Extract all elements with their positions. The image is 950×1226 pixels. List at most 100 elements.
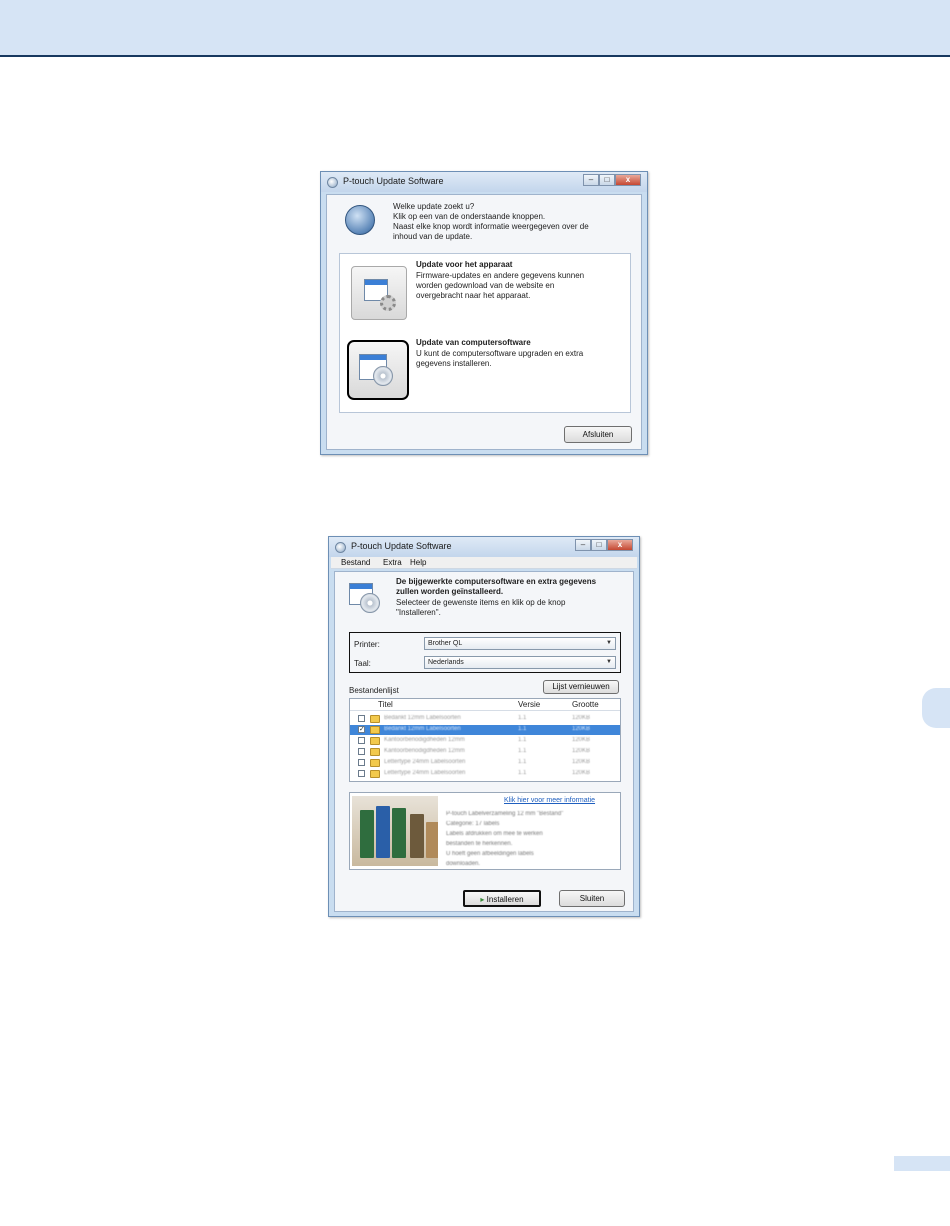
header-band: [0, 0, 950, 57]
update-choice-window: P-touch Update Software – □ x Welke upda…: [320, 171, 648, 455]
file-list-header: Titel Versie Grootte: [350, 699, 620, 711]
printer-label: Printer:: [354, 640, 380, 649]
info-line: Categorie: 17 labels: [446, 821, 500, 827]
row-checkbox[interactable]: [358, 748, 365, 755]
device-update-title: Update voor het apparaat: [416, 260, 513, 269]
header-text-1: De bijgewerkte computersoftware en extra…: [396, 577, 597, 586]
column-version[interactable]: Versie: [518, 700, 540, 710]
device-update-desc-2: worden gedownload van de website en: [416, 281, 555, 290]
app-icon: [335, 542, 346, 553]
row-size: 120KB: [572, 748, 591, 754]
chapter-tab: [922, 688, 950, 728]
folder-icon: [370, 715, 380, 723]
info-line: downloaden.: [446, 861, 481, 867]
row-title: Bedankt 12mm Labelsoorten: [384, 726, 461, 732]
column-size[interactable]: Grootte: [572, 700, 599, 710]
row-version: 1.1: [518, 715, 527, 721]
info-line: P-touch Labelverzameling 12 mm "Bestand": [446, 811, 564, 817]
row-checkbox[interactable]: [358, 770, 365, 777]
dropdown-arrow-icon: ▼: [606, 640, 612, 646]
header-text-4: "Installeren".: [396, 608, 441, 617]
row-checkbox[interactable]: [358, 759, 365, 766]
info-line: bestanden te herkennen.: [446, 841, 513, 847]
row-checkbox[interactable]: [358, 715, 365, 722]
row-version: 1.1: [518, 770, 527, 776]
refresh-list-button[interactable]: Lijst vernieuwen: [543, 680, 619, 694]
table-row[interactable]: Lettertype 24mm Labelsoorten 1.1 120KB: [350, 769, 620, 779]
info-text-1: Naast elke knop wordt informatie weergeg…: [393, 222, 589, 231]
table-row[interactable]: Kantoorbenodigdheden 12mm 1.1 120KB: [350, 747, 620, 757]
header-text-2: zullen worden geïnstalleerd.: [396, 587, 504, 596]
info-line: Labels afdrukken om mee te werken: [446, 831, 543, 837]
product-photo: [352, 796, 438, 866]
cd-icon: [373, 366, 393, 386]
row-checkbox-checked[interactable]: ✓: [358, 726, 365, 733]
more-info-link[interactable]: Klik hier voor meer informatie: [504, 797, 595, 804]
row-title: Kantoorbenodigdheden 12mm: [384, 737, 465, 743]
instruction-text: Klik op een van de onderstaande knoppen.: [393, 212, 546, 221]
printer-value: Brother QL: [428, 640, 463, 647]
row-size: 120KB: [572, 770, 591, 776]
folder-icon: [370, 748, 380, 756]
folder-icon: [370, 737, 380, 745]
table-row[interactable]: Lettertype 24mm Labelsoorten 1.1 120KB: [350, 758, 620, 768]
manual-page: P-touch Update Software – □ x Welke upda…: [0, 0, 950, 1226]
file-list: Titel Versie Grootte Bedankt 12mm Labels…: [349, 698, 621, 782]
table-row[interactable]: Kantoorbenodigdheden 12mm 1.1 120KB: [350, 736, 620, 746]
software-update-desc-1: U kunt de computersoftware upgraden en e…: [416, 349, 584, 358]
info-text-2: inhoud van de update.: [393, 232, 473, 241]
filelist-label: Bestandenlijst: [349, 686, 399, 695]
window-body: Welke update zoekt u? Klik op een van de…: [326, 194, 642, 450]
device-update-desc-3: overgebracht naar het apparaat.: [416, 291, 531, 300]
folder-icon: [370, 770, 380, 778]
close-button[interactable]: Sluiten: [559, 890, 625, 907]
title-bar: P-touch Update Software – □ x: [321, 172, 647, 192]
item-info-panel: Klik hier voor meer informatie P-touch L…: [349, 792, 621, 870]
afsluiten-button[interactable]: Afsluiten: [564, 426, 632, 443]
window-title: P-touch Update Software: [351, 541, 452, 551]
row-size: 120KB: [572, 715, 591, 721]
cd-icon: [360, 593, 380, 613]
menu-bar: Bestand Extra Help: [331, 557, 637, 569]
software-update-button[interactable]: [347, 340, 409, 400]
row-title: Bedankt 12mm Labelsoorten: [384, 715, 461, 721]
row-checkbox[interactable]: [358, 737, 365, 744]
menu-extra[interactable]: Extra: [383, 558, 402, 567]
row-title: Lettertype 24mm Labelsoorten: [384, 770, 466, 776]
table-row-selected[interactable]: ✓ Bedankt 12mm Labelsoorten 1.1 120KB: [350, 725, 620, 735]
page-number-box: [894, 1156, 950, 1171]
install-button[interactable]: ▸ Installeren: [463, 890, 541, 907]
row-size: 120KB: [572, 759, 591, 765]
minimize-icon[interactable]: –: [583, 174, 599, 186]
folder-icon: [370, 726, 380, 734]
device-update-button[interactable]: [351, 266, 407, 320]
software-update-desc-2: gegevens installeren.: [416, 359, 492, 368]
language-value: Nederlands: [428, 659, 464, 666]
close-icon[interactable]: x: [615, 174, 641, 186]
info-line: U hoeft geen afbeeldingen labels: [446, 851, 534, 857]
language-select[interactable]: Nederlands ▼: [424, 656, 616, 669]
title-bar: P-touch Update Software – □ x: [329, 537, 639, 557]
options-panel: Update voor het apparaat Firmware-update…: [339, 253, 631, 413]
menu-help[interactable]: Help: [410, 558, 426, 567]
column-title[interactable]: Titel: [378, 700, 393, 710]
maximize-icon[interactable]: □: [599, 174, 615, 186]
close-icon[interactable]: x: [607, 539, 633, 551]
minimize-icon[interactable]: –: [575, 539, 591, 551]
dropdown-arrow-icon: ▼: [606, 659, 612, 665]
menu-bestand[interactable]: Bestand: [341, 558, 370, 567]
device-update-desc-1: Firmware-updates en andere gegevens kunn…: [416, 271, 585, 280]
row-size: 120KB: [572, 726, 591, 732]
install-window: P-touch Update Software – □ x Bestand Ex…: [328, 536, 640, 917]
app-icon: [327, 177, 338, 188]
row-version: 1.1: [518, 748, 527, 754]
printer-select[interactable]: Brother QL ▼: [424, 637, 616, 650]
gear-icon: [380, 295, 396, 311]
software-update-title: Update van computersoftware: [416, 338, 531, 347]
row-size: 120KB: [572, 737, 591, 743]
header-text-3: Selecteer de gewenste items en klik op d…: [396, 598, 566, 607]
maximize-icon[interactable]: □: [591, 539, 607, 551]
row-title: Kantoorbenodigdheden 12mm: [384, 748, 465, 754]
table-row[interactable]: Bedankt 12mm Labelsoorten 1.1 120KB: [350, 714, 620, 724]
row-version: 1.1: [518, 737, 527, 743]
